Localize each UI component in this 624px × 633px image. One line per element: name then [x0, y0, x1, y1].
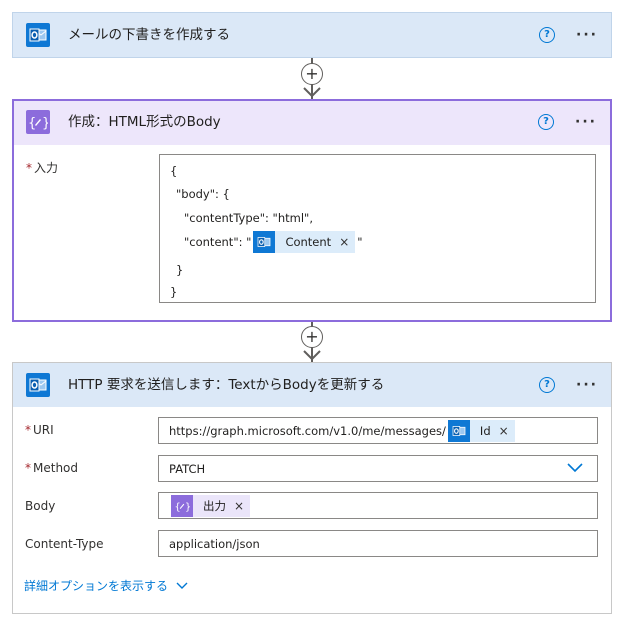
outlook-icon [447, 419, 470, 442]
step-title: HTTP 要求を送信します：TextからBodyを更新する [68, 377, 385, 393]
content-type-value: application/json [169, 536, 260, 551]
id-token[interactable]: Id × [447, 419, 515, 442]
uri-label-text: URI [33, 423, 54, 437]
json-line-content: "content": " Content × " [184, 231, 363, 253]
method-value: PATCH [169, 461, 206, 476]
show-advanced-options-link[interactable]: 詳細オプションを表示する [24, 577, 188, 594]
compose-icon: { } [171, 494, 193, 517]
more-options-icon[interactable]: ··· [574, 112, 598, 132]
uri-input[interactable]: https://graph.microsoft.com/v1.0/me/mess… [158, 417, 598, 444]
method-label: * Method [25, 461, 78, 475]
step-title: 作成：HTML形式のBody [68, 114, 221, 130]
outlook-icon [26, 373, 50, 397]
remove-token-icon[interactable]: × [339, 235, 349, 249]
token-label: Content [285, 235, 332, 249]
plus-icon: + [305, 327, 319, 346]
body-label: Body [25, 499, 56, 513]
step-compose[interactable]: { } 作成：HTML形式のBody ? ··· *入力 { "body": {… [12, 99, 612, 322]
required-mark: * [25, 461, 31, 475]
remove-token-icon[interactable]: × [234, 499, 244, 513]
method-select[interactable]: PATCH [158, 455, 598, 482]
svg-text:}: } [42, 116, 48, 130]
outlook-icon [26, 23, 50, 47]
required-mark: * [25, 423, 31, 437]
add-step-button[interactable]: + [301, 63, 323, 85]
plus-icon: + [305, 64, 319, 83]
add-step-button[interactable]: + [301, 326, 323, 348]
content-type-label: Content-Type [25, 537, 104, 551]
help-icon[interactable]: ? [538, 114, 554, 130]
step-header[interactable]: HTTP 要求を送信します：TextからBodyを更新する ? ··· [13, 363, 611, 407]
step-header[interactable]: { } 作成：HTML形式のBody ? ··· [14, 101, 610, 145]
method-label-text: Method [33, 461, 79, 475]
json-line: { [170, 164, 178, 178]
arrow-down-icon [303, 350, 321, 360]
step-title: メールの下書きを作成する [68, 27, 230, 43]
help-icon[interactable]: ? [539, 377, 555, 393]
input-label-text: 入力 [34, 161, 59, 175]
chevron-down-icon[interactable] [567, 463, 583, 473]
help-icon[interactable]: ? [539, 27, 555, 43]
more-options-icon[interactable]: ··· [575, 25, 599, 45]
step-create-draft[interactable]: メールの下書きを作成する ? ··· [12, 12, 612, 58]
remove-token-icon[interactable]: × [499, 424, 509, 438]
json-line: "body": { [176, 187, 230, 201]
token-label: 出力 [203, 498, 226, 513]
step-http-request[interactable]: HTTP 要求を送信します：TextからBodyを更新する ? ··· * URI… [12, 362, 612, 614]
more-options-icon[interactable]: ··· [575, 375, 599, 395]
json-line: "contentType": "html", [184, 211, 313, 225]
content-type-input[interactable]: application/json [158, 530, 598, 557]
required-mark: * [26, 161, 32, 175]
json-line: "content": " [184, 235, 252, 249]
output-token[interactable]: { } 出力 × [171, 494, 251, 517]
uri-value: https://graph.microsoft.com/v1.0/me/mess… [169, 423, 446, 438]
uri-label: * URI [25, 423, 54, 437]
svg-text:{: { [28, 116, 36, 130]
content-token[interactable]: Content × [253, 231, 356, 253]
chevron-down-icon [176, 582, 188, 589]
json-line: } [176, 263, 184, 277]
advanced-link-label: 詳細オプションを表示する [24, 579, 169, 593]
input-editor[interactable]: { "body": { "contentType": "html", "cont… [159, 154, 596, 303]
svg-text:{: { [175, 501, 181, 511]
compose-icon: { } [26, 110, 50, 134]
arrow-down-icon [303, 87, 321, 97]
svg-text:}: } [185, 501, 190, 511]
token-label: Id [479, 423, 491, 438]
json-line: } [170, 285, 178, 299]
body-input[interactable]: { } 出力 × [158, 492, 598, 519]
json-line: " [357, 235, 363, 249]
outlook-icon [253, 231, 276, 253]
input-label: * 入力 [26, 159, 58, 176]
